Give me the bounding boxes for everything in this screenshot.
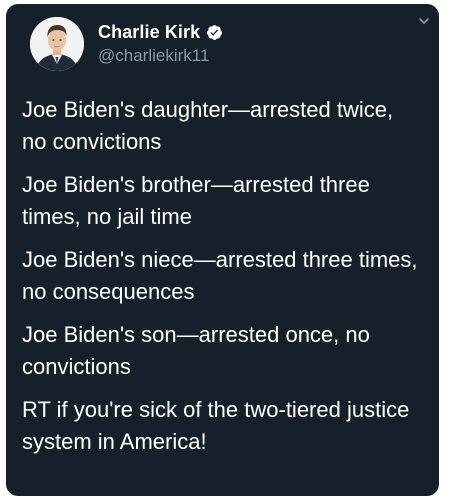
tweet-paragraph: Joe Biden's daughter—arrested twice, no … xyxy=(22,97,394,154)
tweet-paragraph: Joe Biden's niece—arrested three times, … xyxy=(22,247,418,304)
tweet-paragraph: RT if you're sick of the two-tiered just… xyxy=(22,397,410,454)
tweet-paragraph: Joe Biden's brother—arrested three times… xyxy=(22,172,370,229)
name-row: Charlie Kirk xyxy=(98,22,223,43)
chevron-down-icon[interactable] xyxy=(417,14,431,28)
author-handle[interactable]: @charliekirk11 xyxy=(98,46,223,66)
verified-badge-icon xyxy=(207,25,223,40)
tweet-paragraph: Joe Biden's son—arrested once, no convic… xyxy=(22,322,370,379)
avatar[interactable] xyxy=(30,17,84,71)
tweet-header: Charlie Kirk @charliekirk11 xyxy=(30,12,425,76)
author-name[interactable]: Charlie Kirk xyxy=(98,22,200,43)
tweet-card: Charlie Kirk @charliekirk11 Joe Biden's … xyxy=(6,4,439,496)
tweet-body: Joe Biden's daughter—arrested twice, no … xyxy=(22,94,425,458)
author-identity: Charlie Kirk @charliekirk11 xyxy=(98,22,223,66)
